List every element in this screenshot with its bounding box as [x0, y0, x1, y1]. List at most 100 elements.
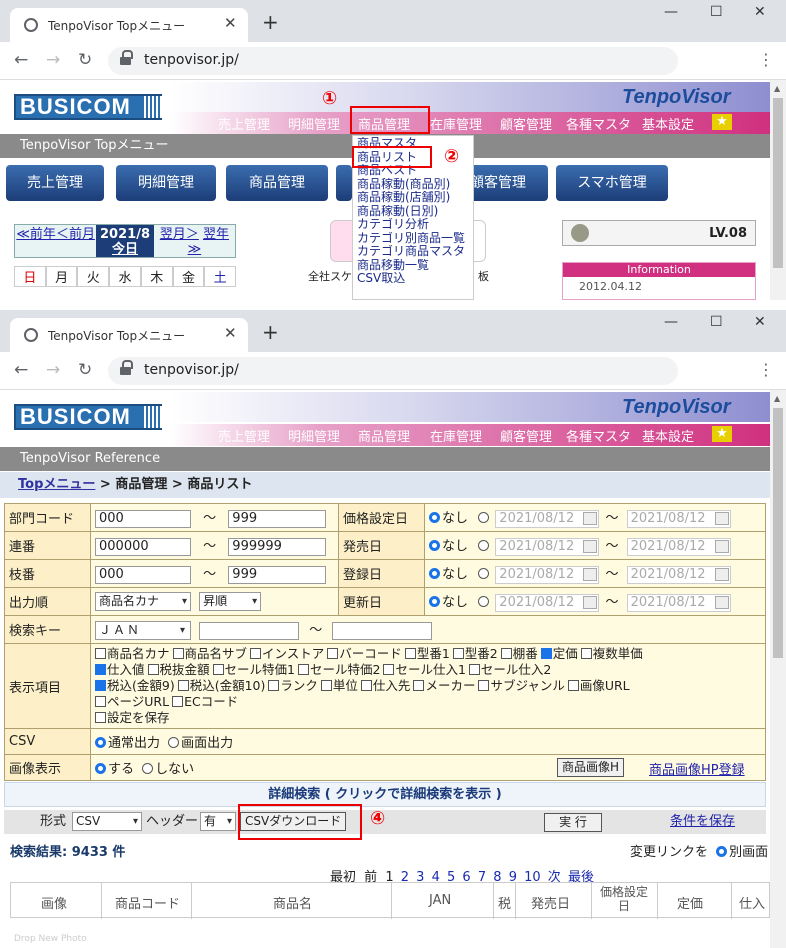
- breadcrumb-top-link[interactable]: Topメニュー: [18, 477, 95, 492]
- display-item-checkbox[interactable]: セール特価1: [212, 662, 295, 677]
- checkbox-box[interactable]: [500, 648, 512, 659]
- display-item-checkbox[interactable]: 型番1: [404, 646, 450, 661]
- dd-item[interactable]: カテゴリ商品マスタ: [353, 245, 473, 259]
- menu-products[interactable]: 商品管理: [358, 426, 410, 445]
- display-item-checkbox[interactable]: 画像URL: [567, 678, 630, 693]
- back-icon[interactable]: ←: [14, 360, 28, 380]
- menu-customers[interactable]: 顧客管理: [500, 114, 552, 133]
- upd-range-radio[interactable]: [478, 596, 490, 608]
- menu-stock[interactable]: 在庫管理: [430, 114, 482, 133]
- checkbox-box[interactable]: [250, 648, 262, 659]
- checkbox-box[interactable]: [360, 680, 372, 691]
- dd-item[interactable]: 商品稼動(商品別): [353, 178, 473, 192]
- menu-settings[interactable]: 基本設定: [642, 114, 694, 133]
- checkbox-box[interactable]: [147, 664, 159, 675]
- new-window-radio[interactable]: [716, 846, 728, 857]
- busicom-logo[interactable]: BUSICOM: [14, 404, 162, 430]
- menu-stock[interactable]: 在庫管理: [430, 426, 482, 445]
- menu-dots-icon[interactable]: ⋮: [758, 360, 774, 379]
- maximize-icon[interactable]: ☐: [710, 314, 723, 330]
- header-select[interactable]: 有: [200, 812, 236, 831]
- display-item-checkbox[interactable]: 複数単価: [580, 646, 643, 661]
- price-date-none-radio[interactable]: [429, 512, 440, 524]
- reg-none-radio[interactable]: [429, 568, 440, 580]
- checkbox-box[interactable]: [413, 680, 425, 691]
- back-icon[interactable]: ←: [14, 50, 28, 70]
- branch-from-input[interactable]: 000: [95, 565, 191, 584]
- scrollbar[interactable]: ▲: [770, 80, 786, 300]
- csv-screen-radio[interactable]: [168, 737, 180, 748]
- serial-from-input[interactable]: 000000: [95, 537, 191, 556]
- dept-to-input[interactable]: 999: [228, 509, 327, 528]
- checkbox-box[interactable]: [95, 664, 106, 675]
- board-icon[interactable]: [474, 220, 486, 262]
- close-tab-icon[interactable]: ✕: [224, 324, 237, 342]
- checkbox-box[interactable]: [212, 664, 224, 675]
- display-item-checkbox[interactable]: 商品名カナ: [95, 646, 170, 661]
- close-window-icon[interactable]: ✕: [754, 4, 766, 20]
- checkbox-box[interactable]: [327, 648, 339, 659]
- format-select[interactable]: CSV: [72, 812, 142, 831]
- display-item-checkbox[interactable]: サブジャンル: [478, 678, 565, 693]
- next-month-link[interactable]: 翌月＞: [160, 227, 199, 242]
- busicom-logo[interactable]: BUSICOM: [14, 94, 162, 120]
- prev-month-link[interactable]: ＜前月: [56, 227, 95, 242]
- reg-range-radio[interactable]: [478, 568, 490, 580]
- display-item-checkbox[interactable]: 型番2: [452, 646, 498, 661]
- calendar-icon[interactable]: [583, 512, 598, 526]
- url-field[interactable]: tenpovisor.jp/: [108, 357, 678, 385]
- calendar-icon[interactable]: [583, 568, 598, 582]
- btn-smartphone[interactable]: スマホ管理: [556, 165, 668, 201]
- menu-customers[interactable]: 顧客管理: [500, 426, 552, 445]
- favorite-star-icon[interactable]: ★: [712, 114, 732, 130]
- display-item-checkbox[interactable]: 仕入値: [95, 662, 145, 677]
- dd-item[interactable]: 商品稼動(日別): [353, 205, 473, 219]
- btn-details[interactable]: 明細管理: [116, 165, 216, 201]
- checkbox-box[interactable]: [172, 648, 184, 659]
- dd-item[interactable]: 商品稼動(店舗別): [353, 191, 473, 205]
- display-item-checkbox[interactable]: 単位: [320, 678, 358, 693]
- menu-details[interactable]: 明細管理: [288, 426, 340, 445]
- menu-settings[interactable]: 基本設定: [642, 426, 694, 445]
- checkbox-box[interactable]: [297, 664, 309, 675]
- display-item-checkbox[interactable]: ページURL: [95, 694, 169, 709]
- display-item-checkbox[interactable]: 商品名サブ: [172, 646, 247, 661]
- calendar-icon[interactable]: [714, 596, 729, 610]
- checkbox-box[interactable]: [95, 648, 106, 659]
- display-item-checkbox[interactable]: 定価: [540, 646, 578, 661]
- scrollbar[interactable]: ▲: [770, 390, 786, 948]
- scroll-thumb[interactable]: [773, 98, 783, 268]
- display-item-checkbox[interactable]: セール仕入2: [468, 662, 551, 677]
- dd-item[interactable]: カテゴリ分析: [353, 218, 473, 232]
- checkbox-box[interactable]: [468, 664, 480, 675]
- checkbox-box[interactable]: [404, 648, 416, 659]
- display-item-checkbox[interactable]: 設定を保存: [95, 710, 170, 725]
- calendar-icon[interactable]: [714, 540, 729, 554]
- detail-search-toggle[interactable]: 詳細検索 ( クリックで詳細検索を表示 ): [4, 782, 766, 807]
- order-select[interactable]: 商品名カナ: [95, 592, 191, 611]
- tenpovisor-logo[interactable]: TenpoVisor: [622, 86, 731, 109]
- dd-item[interactable]: カテゴリ別商品一覧: [353, 232, 473, 246]
- menu-details[interactable]: 明細管理: [288, 114, 340, 133]
- checkbox-box[interactable]: [268, 680, 280, 691]
- checkbox-box[interactable]: [580, 648, 592, 659]
- checkbox-box[interactable]: [320, 680, 332, 691]
- search-key-input-2[interactable]: [332, 621, 433, 640]
- display-item-checkbox[interactable]: 税込(金額10): [177, 678, 265, 693]
- reload-icon[interactable]: ↻: [78, 50, 92, 70]
- order-dir-select[interactable]: 昇順: [199, 592, 262, 611]
- image-hp-link[interactable]: 商品画像HP登録: [649, 759, 745, 778]
- btn-products[interactable]: 商品管理: [226, 165, 328, 201]
- checkbox-box[interactable]: [177, 680, 189, 691]
- image-no-radio[interactable]: [142, 763, 154, 774]
- scroll-up-icon[interactable]: ▲: [774, 84, 780, 93]
- image-yes-radio[interactable]: [95, 763, 106, 774]
- new-tab-icon[interactable]: +: [262, 320, 279, 344]
- today-link[interactable]: 今日: [96, 242, 153, 257]
- calendar-icon[interactable]: [583, 596, 598, 610]
- prev-year-link[interactable]: ≪前年: [16, 227, 56, 242]
- release-none-radio[interactable]: [429, 540, 440, 552]
- reload-icon[interactable]: ↻: [78, 360, 92, 380]
- display-item-checkbox[interactable]: 棚番: [500, 646, 538, 661]
- display-item-checkbox[interactable]: セール特価2: [297, 662, 380, 677]
